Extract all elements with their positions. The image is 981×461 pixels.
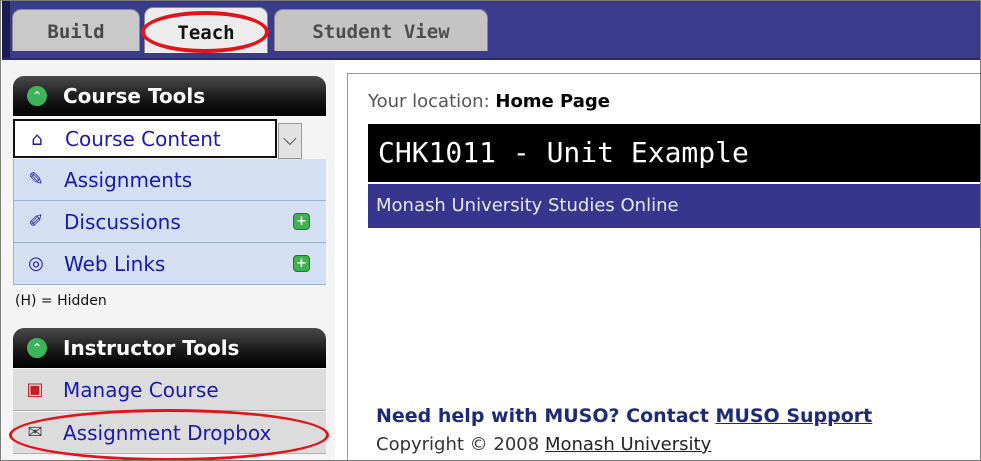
chevron-down-icon[interactable]: ⌵ (278, 123, 302, 159)
copyright-text: Copyright © 2008 (376, 434, 540, 455)
tab-build[interactable]: Build (12, 9, 140, 51)
sidebar-item-label: Discussions (64, 210, 181, 234)
main-content: Your location: Home Page CHK1011 - Unit … (347, 73, 980, 460)
screenshot-frame: Build Teach Student View ⌃ Course Tools … (0, 0, 981, 461)
sidebar-item-label: Assignment Dropbox (63, 421, 272, 445)
breadcrumb-current: Home Page (495, 91, 610, 112)
sidebar-item-label: Web Links (64, 252, 166, 276)
collapse-icon[interactable]: ⌃ (27, 86, 47, 106)
tab-student-view[interactable]: Student View (274, 9, 488, 51)
tab-bar: Build Teach Student View (2, 1, 980, 60)
sidebar-item-label: Course Content (65, 127, 221, 151)
course-subtitle: Monash University Studies Online (368, 184, 980, 228)
monash-university-link[interactable]: Monash University (545, 434, 711, 455)
instructor-tools-title: Instructor Tools (63, 336, 240, 360)
sidebar-item-label: Assignments (64, 168, 193, 192)
copyright: Copyright © 2008 Monash University (376, 434, 711, 455)
sidebar-item-course-content[interactable]: ⌂ Course Content (13, 119, 277, 158)
sidebar-item-label: Manage Course (63, 378, 219, 402)
help-text: Need help with MUSO? Contact (376, 405, 709, 427)
instructor-tools-header[interactable]: ⌃ Instructor Tools (13, 328, 326, 368)
add-icon[interactable]: + (293, 213, 310, 230)
toolbox-icon: ▣ (26, 379, 44, 400)
breadcrumb-prefix: Your location: (368, 91, 490, 112)
collapse-icon[interactable]: ⌃ (27, 338, 47, 358)
sidebar-item-manage-course[interactable]: ▣ Manage Course (13, 369, 326, 411)
add-icon[interactable]: + (293, 255, 310, 272)
sidebar-item-web-links[interactable]: ◎ Web Links + (13, 243, 326, 285)
tab-teach[interactable]: Teach (144, 7, 268, 53)
course-tools-header[interactable]: ⌃ Course Tools (13, 76, 326, 116)
breadcrumb: Your location: Home Page (368, 91, 610, 112)
muso-support-link[interactable]: MUSO Support (716, 405, 873, 427)
tab-bar-edge (2, 1, 10, 58)
help-line: Need help with MUSO? Contact MUSO Suppor… (376, 405, 872, 427)
hidden-legend: (H) = Hidden (15, 293, 107, 309)
globe-icon: ◎ (28, 253, 44, 274)
sidebar-item-assignment-dropbox[interactable]: ✉ Assignment Dropbox (13, 412, 326, 454)
sidebar: ⌃ Course Tools ⌂ Course Content ✎ Assign… (2, 60, 335, 460)
sidebar-item-discussions[interactable]: ✐ Discussions + (13, 201, 326, 243)
dropbox-icon: ✉ (27, 422, 43, 443)
sidebar-item-assignments[interactable]: ✎ Assignments (13, 159, 326, 201)
course-tools-title: Course Tools (63, 84, 206, 108)
pencil-paper-icon: ✎ (28, 169, 44, 190)
pushpin-icon: ✐ (28, 211, 44, 232)
home-icon: ⌂ (31, 129, 43, 150)
course-title: CHK1011 - Unit Example (368, 124, 980, 182)
